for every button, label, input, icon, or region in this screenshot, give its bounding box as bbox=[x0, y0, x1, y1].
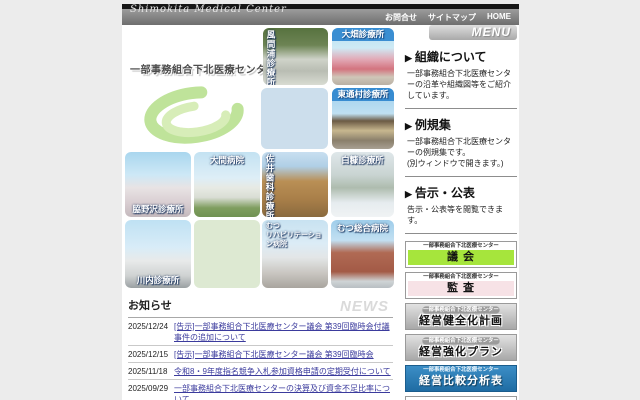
facility-label: 白糠診療所 bbox=[331, 154, 394, 166]
banner-assembly[interactable]: 一部事務組合下北医療センター 議 会 bbox=[405, 241, 517, 268]
nav-desc: 告示・公表等を閲覧できます。 bbox=[407, 204, 517, 226]
facility-label: 佐井歯科診療所 bbox=[264, 154, 276, 217]
facility-tile-higashidori[interactable]: 東通村診療所 bbox=[332, 88, 394, 149]
placeholder-tile-green bbox=[194, 220, 260, 288]
news-link[interactable]: [告示]一部事務組合下北医療センター議会 第39回臨時会付議事件の追加について bbox=[174, 321, 393, 343]
divider bbox=[405, 176, 517, 177]
news-row: 2025/11/18 令和8・9年度指名競争入札参加資格申請の定期受付について bbox=[128, 363, 393, 380]
menu-button[interactable]: MENU bbox=[429, 25, 517, 40]
banner-label: 監 査 bbox=[408, 281, 514, 296]
facility-tile-oma[interactable]: 大間病院 bbox=[194, 152, 260, 217]
site-frame: Shimokita Medical Center お問合せ サイトマップ HOM… bbox=[122, 0, 519, 400]
news-row: 2025/09/29 一部事務組合下北医療センターの決算及び資金不足比率について bbox=[128, 380, 393, 400]
news-section: お知らせ NEWS 2025/12/24 [告示]一部事務組合下北医療センター議… bbox=[128, 299, 393, 400]
nav-desc: 一部事務組合下北医療センターの例規集です。 (別ウィンドウで開きます。) bbox=[407, 136, 517, 169]
site-script-title: Shimokita Medical Center bbox=[130, 4, 287, 15]
home-link[interactable]: HOME bbox=[487, 12, 511, 23]
facility-label: 川内診療所 bbox=[125, 274, 191, 286]
play-triangle-icon: ▶ bbox=[405, 121, 412, 131]
banner-label: 議 会 bbox=[408, 250, 514, 265]
banner-org: 一部事務組合下北医療センター bbox=[422, 306, 499, 313]
right-column: MENU ▶組織について 一部事務組合下北医療センターの沿革や組織図等をご紹介し… bbox=[405, 25, 517, 400]
nav-item-notices[interactable]: ▶告示・公表 bbox=[405, 184, 517, 201]
banner-label: 経営比較分析表 bbox=[406, 374, 516, 389]
news-date: 2025/12/24 bbox=[128, 321, 174, 332]
nav-item-regulations[interactable]: ▶例規集 bbox=[405, 116, 517, 133]
banner-org: 一部事務組合下北医療センター bbox=[412, 273, 511, 280]
facility-tile-kazamaura[interactable]: 風間浦診療所 bbox=[263, 28, 328, 85]
divider bbox=[405, 233, 517, 234]
divider bbox=[405, 108, 517, 109]
news-link[interactable]: 令和8・9年度指名競争入札参加資格申請の定期受付について bbox=[174, 366, 391, 377]
news-row: 2025/12/24 [告示]一部事務組合下北医療センター議会 第39回臨時会付… bbox=[128, 318, 393, 346]
facility-label: むつリハビリテーション病院 bbox=[266, 222, 326, 249]
sitemap-link[interactable]: サイトマップ bbox=[428, 12, 476, 23]
banner-management-comparison[interactable]: 一部事務組合下北医療センター 経営比較分析表 bbox=[405, 365, 517, 392]
placeholder-tile-blue bbox=[261, 88, 328, 149]
banner-list: 一部事務組合下北医療センター 議 会 一部事務組合下北医療センター 監 査 一部… bbox=[405, 241, 517, 400]
facility-label: むつ総合病院 bbox=[331, 222, 394, 234]
nav-desc: 一部事務組合下北医療センターの沿革や組織図等をご紹介しています。 bbox=[407, 68, 517, 101]
medical-center-logo-icon bbox=[136, 81, 256, 149]
news-link[interactable]: 一部事務組合下北医療センターの決算及び資金不足比率について bbox=[174, 383, 393, 400]
main-content: 一部事務組合下北医療センター 風間浦診療所 大畑診療所 東通村診療所 脇野沢診療… bbox=[122, 25, 519, 400]
banner-management-soundness-plan[interactable]: 一部事務組合下北医療センター 経営健全化計画 bbox=[405, 303, 517, 330]
page: Shimokita Medical Center お問合せ サイトマップ HOM… bbox=[0, 0, 640, 400]
play-triangle-icon: ▶ bbox=[405, 189, 412, 199]
facility-label: 脇野沢診療所 bbox=[125, 203, 191, 215]
facility-tile-wakinosawa[interactable]: 脇野沢診療所 bbox=[125, 152, 191, 217]
banner-management-strengthening-plan[interactable]: 一部事務組合下北医療センター 経営強化プラン bbox=[405, 334, 517, 361]
nav-item-organization[interactable]: ▶組織について bbox=[405, 48, 517, 65]
news-row: 2025/12/15 [告示]一部事務組合下北医療センター議会 第39回臨時会 bbox=[128, 346, 393, 363]
banner-org: 一部事務組合下北医療センター bbox=[412, 242, 511, 249]
contact-link[interactable]: お問合せ bbox=[385, 12, 417, 23]
facility-tile-sai[interactable]: 佐井歯科診療所 bbox=[262, 152, 328, 217]
facility-tile-ohata[interactable]: 大畑診療所 bbox=[332, 28, 394, 85]
facility-tile-mutsu-rehab[interactable]: むつリハビリテーション病院 bbox=[262, 220, 328, 288]
facility-label: 風間浦診療所 bbox=[265, 30, 277, 85]
news-date: 2025/12/15 bbox=[128, 349, 174, 360]
header-links: お問合せ サイトマップ HOME bbox=[385, 12, 511, 23]
facility-tile-mutsu-general[interactable]: むつ総合病院 bbox=[331, 220, 394, 288]
facility-tile-kawauchi[interactable]: 川内診療所 bbox=[125, 220, 191, 288]
news-date: 2025/11/18 bbox=[128, 366, 174, 377]
news-heading: お知らせ NEWS bbox=[128, 299, 393, 318]
banner-org: 一部事務組合下北医療センター bbox=[422, 337, 499, 344]
news-link[interactable]: [告示]一部事務組合下北医療センター議会 第39回臨時会 bbox=[174, 349, 374, 360]
play-triangle-icon: ▶ bbox=[405, 53, 412, 63]
banner-label: 経営健全化計画 bbox=[406, 314, 516, 329]
news-date: 2025/09/29 bbox=[128, 383, 174, 394]
banner-audit[interactable]: 一部事務組合下北医療センター 監 査 bbox=[405, 272, 517, 299]
facility-label: 大畑診療所 bbox=[332, 28, 394, 41]
news-watermark: NEWS bbox=[340, 300, 389, 314]
banner-personnel-administration[interactable]: 人事行政運営状況 について bbox=[405, 396, 517, 400]
facility-label: 東通村診療所 bbox=[332, 88, 394, 101]
banner-org: 一部事務組合下北医療センター bbox=[412, 366, 511, 373]
banner-label: 経営強化プラン bbox=[406, 345, 516, 360]
facility-label: 大間病院 bbox=[194, 154, 260, 166]
facility-tile-shiranuka[interactable]: 白糠診療所 bbox=[331, 152, 394, 217]
org-name-logo: 一部事務組合下北医療センター bbox=[130, 61, 280, 76]
